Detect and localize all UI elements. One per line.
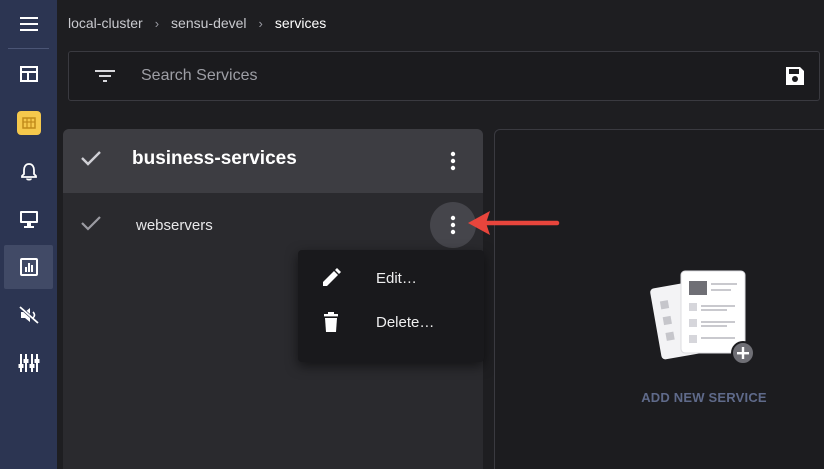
monitor-icon (19, 211, 38, 228)
sidebar-item-silences[interactable] (0, 293, 57, 337)
sidebar-item-dashboard[interactable] (0, 52, 57, 96)
sidebar (0, 0, 57, 469)
list-header-title: business-services (132, 148, 297, 169)
annotation-arrow-icon (468, 211, 560, 235)
filter-button[interactable] (95, 68, 115, 89)
breadcrumb-separator: › (154, 15, 160, 31)
context-menu: Edit… Delete… (298, 250, 484, 362)
menu-item-edit[interactable]: Edit… (298, 257, 484, 301)
sidebar-divider (8, 48, 49, 49)
select-all-checkbox[interactable] (80, 149, 102, 172)
breadcrumb-cluster[interactable]: local-cluster (68, 15, 143, 31)
pencil-icon (320, 267, 342, 294)
sidebar-item-namespace[interactable] (0, 101, 57, 145)
bar-chart-icon (19, 258, 38, 276)
header-more-button[interactable] (439, 147, 467, 180)
sidebar-item-entities[interactable] (0, 197, 57, 241)
menu-item-label: Edit… (376, 270, 417, 287)
filter-icon (95, 70, 115, 82)
add-new-service-label: ADD NEW SERVICE (641, 390, 767, 405)
sidebar-item-services[interactable] (4, 245, 53, 289)
search-input[interactable] (141, 64, 741, 88)
check-icon (81, 216, 101, 231)
search-bar (68, 51, 820, 101)
row-checkbox[interactable] (80, 214, 102, 237)
breadcrumb-namespace[interactable]: sensu-devel (171, 15, 247, 31)
check-icon (81, 151, 101, 166)
bell-icon (20, 163, 37, 181)
volume-off-icon (18, 306, 39, 324)
menu-item-delete[interactable]: Delete… (298, 301, 484, 345)
more-vertical-icon (450, 151, 456, 171)
menu-item-label: Delete… (376, 314, 435, 331)
sliders-icon (18, 354, 39, 372)
breadcrumb: local-cluster › sensu-devel › services (68, 15, 326, 31)
new-document-illustration-icon (650, 270, 755, 365)
trash-icon (320, 311, 342, 338)
list-item[interactable]: webservers (63, 193, 483, 255)
list-header: business-services (63, 129, 483, 193)
dashboard-icon (19, 66, 38, 82)
breadcrumb-separator: › (258, 15, 263, 31)
sidebar-item-configuration[interactable] (0, 341, 57, 385)
namespace-badge-icon (16, 111, 41, 135)
hamburger-menu-icon (19, 17, 38, 31)
hamburger-menu-button[interactable] (0, 2, 57, 46)
save-icon (786, 67, 804, 85)
list-item-label: webservers (136, 217, 213, 234)
breadcrumb-current-page: services (274, 15, 327, 31)
add-new-service-card[interactable]: ADD NEW SERVICE (494, 129, 824, 469)
save-search-button[interactable] (785, 66, 805, 91)
sidebar-item-events[interactable] (0, 150, 57, 194)
